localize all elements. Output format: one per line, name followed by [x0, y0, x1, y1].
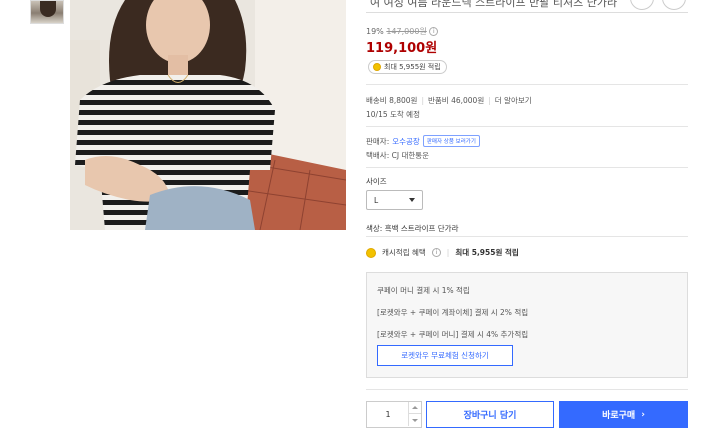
chevron-up-icon [412, 406, 418, 409]
seller-label: 판매자: [366, 136, 390, 146]
product-thumbnail[interactable] [30, 0, 64, 24]
info-icon[interactable]: i [429, 27, 439, 36]
return-fee: 반품비 46,000원 [428, 96, 485, 105]
delivery-eta: 10/15 도착 예정 [366, 110, 420, 119]
buy-now-button[interactable]: 바로구매 › [559, 401, 688, 428]
benefit-line: [로켓와우 + 쿠페이 머니] 결제 시 4% 추가적립 [377, 330, 529, 339]
benefit-line: [로켓와우 + 쿠페이 계좌이체] 결제 시 2% 적립 [377, 308, 529, 317]
size-value: L [374, 195, 379, 205]
reward-chip-label: 최대 5,955원 적립 [384, 63, 441, 71]
discount-row: 19% 147,000원 i [366, 26, 439, 37]
payment-benefits-box: 쿠페이 머니 결제 시 1% 적립 [로켓와우 + 쿠페이 계좌이체] 결제 시… [366, 272, 688, 378]
discount-rate: 19% [366, 27, 384, 36]
original-price: 147,000원 [386, 27, 427, 36]
quantity-stepper[interactable]: 1 [366, 401, 422, 428]
divider [366, 167, 688, 168]
divider [366, 236, 688, 237]
shipping-fee: 배송비 8,800원 [366, 96, 418, 105]
coin-icon [373, 63, 381, 71]
size-label: 사이즈 [366, 177, 387, 186]
courier-info: 택배사: CJ 대한통운 [366, 151, 430, 160]
divider [366, 126, 688, 127]
shipping-row: 배송비 8,800원 | 반품비 46,000원 | 더 알아보기 [366, 96, 532, 105]
product-main-image [70, 0, 346, 230]
color-option: 색상: 흑백 스트라이프 단가라 [366, 224, 459, 233]
coin-icon [366, 247, 376, 258]
cash-reward-amount: 최대 5,955원 적립 [455, 248, 519, 257]
reward-chip[interactable]: 최대 5,955원 적립 [368, 60, 447, 74]
quantity-decrease-button[interactable] [408, 414, 421, 426]
benefit-line: 쿠페이 머니 결제 시 1% 적립 [377, 286, 470, 295]
chevron-down-icon [409, 198, 415, 202]
buy-now-label: 바로구매 [602, 411, 636, 421]
quantity-input[interactable]: 1 [367, 402, 409, 427]
seller-name-link[interactable]: 오수공장 [392, 136, 420, 147]
rocket-wow-trial-button[interactable]: 로켓와우 무료체험 신청하기 [377, 345, 513, 366]
seller-row: 판매자: 오수공장 판매자 상품 보러가기 [366, 135, 480, 147]
sale-price: 119,100원 [366, 41, 438, 56]
seller-products-button[interactable]: 판매자 상품 보러가기 [422, 135, 480, 147]
chevron-down-icon [412, 418, 418, 422]
divider [366, 389, 688, 390]
quantity-increase-button[interactable] [408, 402, 421, 414]
shipping-more-link[interactable]: 더 알아보기 [495, 96, 532, 105]
product-title: 여 여성 여름 라운드넥 스트라이프 반팔 티셔츠 단가라 [370, 0, 618, 9]
add-to-cart-button[interactable]: 장바구니 담기 [426, 401, 554, 428]
size-select[interactable]: L [366, 190, 423, 210]
info-icon[interactable]: i [431, 248, 441, 257]
cash-reward-label: 캐시적립 혜택 [382, 248, 426, 257]
cash-reward-row: 캐시적립 혜택 i | 최대 5,955원 적립 [366, 247, 519, 258]
divider [366, 84, 688, 85]
chevron-right-icon: › [641, 409, 645, 420]
